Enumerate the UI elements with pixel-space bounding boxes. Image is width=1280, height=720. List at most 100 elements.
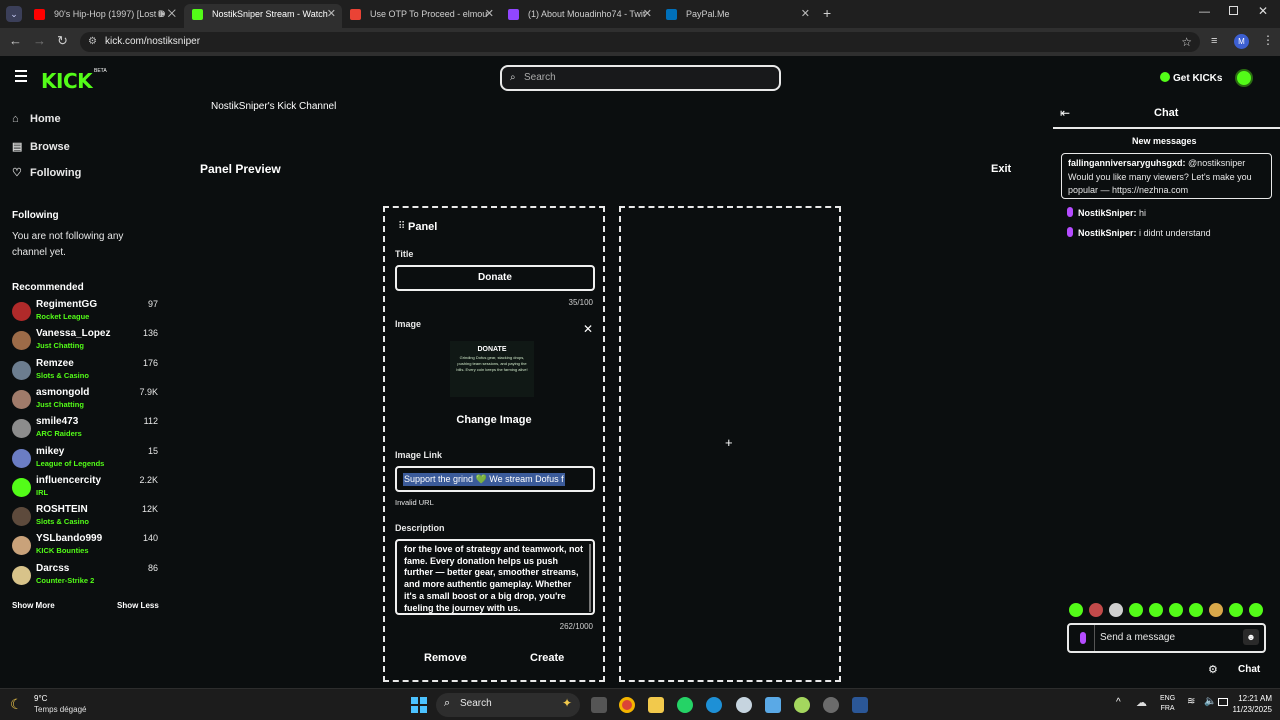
weather-temperature[interactable]: 9°C xyxy=(34,694,47,703)
windows-start-icon[interactable] xyxy=(411,697,427,713)
sidebar-item-following[interactable]: ♡ Following xyxy=(12,166,81,179)
recommended-channel[interactable]: mikey League of Legends 15 xyxy=(12,445,162,474)
recommended-channel[interactable]: Darcss Counter-Strike 2 86 xyxy=(12,562,162,591)
app-green-icon[interactable] xyxy=(794,697,810,713)
emote-icon[interactable] xyxy=(1149,603,1163,617)
get-kicks-button[interactable]: Get KICKs xyxy=(1160,72,1222,84)
emote-icon[interactable] xyxy=(1249,603,1263,617)
minimize-window-icon[interactable]: — xyxy=(1199,6,1210,18)
tray-overflow-icon[interactable]: ^ xyxy=(1116,697,1121,708)
close-window-icon[interactable]: ✕ xyxy=(1258,4,1268,18)
panel-editor: ⠿ Panel Title Donate 35/100 Image ✕ DONA… xyxy=(383,206,605,682)
browser-menu-icon[interactable]: ⋮ xyxy=(1262,33,1274,47)
new-tab-button[interactable]: + xyxy=(823,5,831,21)
emote-icon[interactable] xyxy=(1229,603,1243,617)
show-more-button[interactable]: Show More xyxy=(12,601,55,610)
app-blue-window-icon[interactable] xyxy=(852,697,868,713)
change-image-button[interactable]: Change Image xyxy=(385,414,603,426)
tab-kick-stream[interactable]: NostikSniper Stream - Watch L ✕ xyxy=(184,4,342,28)
profile-avatar[interactable]: M xyxy=(1234,34,1249,49)
recommended-channel[interactable]: smile473 ARC Raiders 112 xyxy=(12,415,162,444)
address-bar[interactable]: ⚙ kick.com/nostiksniper ☆ xyxy=(80,32,1200,52)
emote-icon[interactable] xyxy=(1109,603,1123,617)
reload-icon[interactable]: ↻ xyxy=(57,33,68,49)
paint-icon[interactable] xyxy=(765,697,781,713)
clock-date[interactable]: 11/23/2025 xyxy=(1224,705,1272,714)
close-tab-icon[interactable]: 🕪 ✕ xyxy=(158,4,176,24)
search-input[interactable]: ⌕ Search xyxy=(500,65,781,91)
maximize-window-icon[interactable] xyxy=(1229,6,1238,15)
scrollbar[interactable] xyxy=(589,544,591,612)
close-tab-icon[interactable]: ✕ xyxy=(327,4,336,24)
remove-image-icon[interactable]: ✕ xyxy=(583,322,593,336)
steam-icon[interactable] xyxy=(736,697,752,713)
recommended-channel[interactable]: Vanessa_Lopez Just Chatting 136 xyxy=(12,327,162,356)
exit-button[interactable]: Exit xyxy=(991,163,1011,175)
description-textarea[interactable]: for the love of strategy and teamwork, n… xyxy=(395,539,595,615)
emote-icon[interactable] xyxy=(1129,603,1143,617)
taskbar-search[interactable]: ⌕ Search ✦ xyxy=(436,693,580,717)
close-tab-icon[interactable]: ✕ xyxy=(485,4,494,24)
recommended-channel[interactable]: RegimentGG Rocket League 97 xyxy=(12,298,162,327)
sidebar-item-home[interactable]: ⌂ Home xyxy=(12,113,61,125)
add-panel-plus-icon[interactable]: + xyxy=(725,435,733,450)
emote-icon[interactable] xyxy=(1209,603,1223,617)
edge-icon[interactable] xyxy=(706,697,722,713)
user-avatar[interactable] xyxy=(1235,69,1253,87)
add-panel-placeholder[interactable]: + xyxy=(619,206,841,682)
remove-button[interactable]: Remove xyxy=(424,652,467,664)
recommended-channel[interactable]: ROSHTEIN Slots & Casino 12K xyxy=(12,503,162,532)
chat-username[interactable]: NostikSniper: xyxy=(1078,228,1137,238)
onedrive-cloud-icon[interactable]: ☁ xyxy=(1136,696,1147,709)
file-explorer-icon[interactable] xyxy=(648,697,664,713)
emote-icon[interactable] xyxy=(1189,603,1203,617)
chat-settings-gear-icon[interactable]: ⚙ xyxy=(1208,663,1218,676)
sidebar-item-label: Following xyxy=(30,167,82,179)
collapse-chat-icon[interactable]: ⇤ xyxy=(1060,106,1070,120)
emote-icon[interactable] xyxy=(1169,603,1183,617)
language-indicator[interactable]: ENG FRA xyxy=(1160,694,1175,714)
tab-search-button[interactable]: ⌄ xyxy=(6,6,22,22)
bookmark-star-icon[interactable]: ☆ xyxy=(1181,32,1192,52)
weather-moon-icon[interactable]: ☾ xyxy=(10,696,23,713)
whatsapp-icon[interactable] xyxy=(677,697,693,713)
chat-message: NostikSniper: hi xyxy=(1067,207,1146,218)
chat-username[interactable]: fallinganniversaryguhsgxd: xyxy=(1068,158,1186,168)
volume-icon[interactable]: 🔈 xyxy=(1204,696,1216,707)
clock-time[interactable]: 12:21 AM xyxy=(1232,694,1272,703)
site-info-icon[interactable]: ⚙ xyxy=(88,32,97,52)
chat-send-button[interactable]: Chat xyxy=(1238,664,1260,675)
forward-arrow-icon[interactable]: → xyxy=(33,33,46,49)
close-tab-icon[interactable]: ✕ xyxy=(801,4,810,24)
reading-list-icon[interactable]: ≡ xyxy=(1211,35,1217,47)
chat-username[interactable]: NostikSniper: xyxy=(1078,208,1137,218)
image-link-input[interactable]: Support the grind 💚 We stream Dofus f xyxy=(395,466,595,492)
tab-twitch[interactable]: (1) About Mouadinho74 - Twitc ✕ xyxy=(500,4,658,28)
back-arrow-icon[interactable]: ← xyxy=(9,33,22,49)
task-view-icon[interactable] xyxy=(591,697,607,713)
chrome-icon[interactable] xyxy=(619,697,635,713)
emoji-picker-icon[interactable]: ☻ xyxy=(1243,629,1259,645)
viewer-count: 2.2K xyxy=(139,474,158,485)
tab-paypal[interactable]: PayPal.Me ✕ xyxy=(658,4,816,28)
kick-logo[interactable]: KICK xyxy=(41,69,93,93)
show-less-button[interactable]: Show Less xyxy=(117,601,159,610)
tab-hiphop[interactable]: 90's Hip-Hop (1997) [Lost D 🕪 ✕ xyxy=(26,4,184,28)
sidebar-item-browse[interactable]: ▤ Browse xyxy=(12,140,70,153)
recommended-channel[interactable]: influencercity IRL 2.2K xyxy=(12,474,162,503)
emote-icon[interactable] xyxy=(1089,603,1103,617)
hamburger-menu-icon[interactable] xyxy=(15,70,27,82)
weather-description[interactable]: Temps dégagé xyxy=(34,705,86,714)
wifi-icon[interactable]: ≋ xyxy=(1187,696,1195,707)
recommended-channel[interactable]: Remzee Slots & Casino 176 xyxy=(12,357,162,386)
recommended-channel[interactable]: YSLbando999 KICK Bounties 140 xyxy=(12,532,162,561)
close-tab-icon[interactable]: ✕ xyxy=(643,4,652,24)
emote-icon[interactable] xyxy=(1069,603,1083,617)
chat-input[interactable]: Send a message ☻ xyxy=(1067,623,1266,653)
recommended-channel[interactable]: asmongold Just Chatting 7.9K xyxy=(12,386,162,415)
create-button[interactable]: Create xyxy=(530,652,564,664)
title-input[interactable]: Donate xyxy=(395,265,595,291)
tab-otp[interactable]: Use OTP To Proceed - elmouta ✕ xyxy=(342,4,500,28)
drag-handle-icon[interactable]: ⠿ xyxy=(398,221,405,232)
app-network-icon[interactable] xyxy=(823,697,839,713)
